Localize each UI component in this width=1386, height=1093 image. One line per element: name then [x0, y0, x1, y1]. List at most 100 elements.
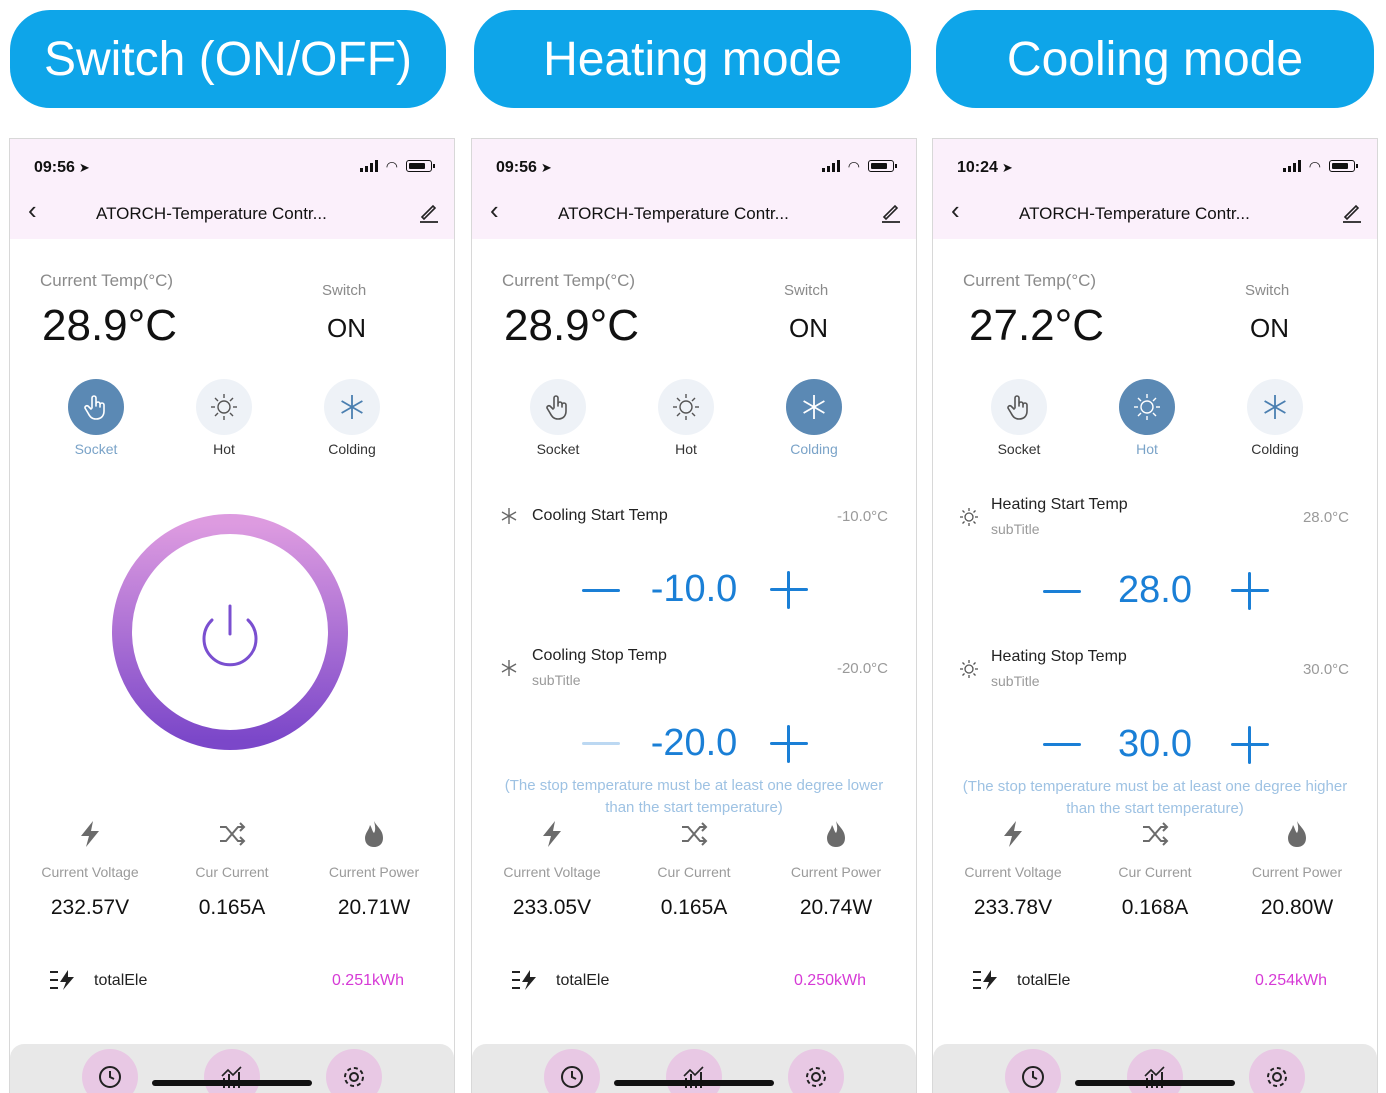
meter-label: Current Voltage	[503, 864, 601, 880]
power-button[interactable]	[110, 512, 350, 752]
current-temp-label: Current Temp(°C)	[502, 271, 636, 290]
signal-icon	[821, 160, 840, 172]
start-plus-button[interactable]	[1231, 572, 1269, 610]
status-time: 10:24 ➤	[957, 159, 1013, 176]
mode-label: Hot	[675, 441, 697, 457]
stop-temp-subtitle: subTitle	[991, 673, 1040, 689]
tab-chart[interactable]	[666, 1049, 722, 1093]
page-title: ATORCH-Temperature Contr...	[1019, 204, 1250, 223]
switch-value[interactable]: ON	[1250, 313, 1289, 344]
start-plus-button[interactable]	[770, 571, 808, 609]
stop-plus-button[interactable]	[770, 725, 808, 763]
stop-minus-button[interactable]	[582, 742, 620, 745]
meter-label: Cur Current	[657, 864, 731, 880]
edit-icon[interactable]	[1341, 201, 1363, 223]
tab-chart[interactable]	[204, 1049, 260, 1093]
meter-label: Current Power	[790, 864, 882, 880]
stop-minus-button[interactable]	[1043, 743, 1081, 746]
meter-value: 232.57V	[50, 896, 130, 919]
note-line: (The stop temperature must be at least o…	[504, 777, 884, 794]
total-energy-value: 0.251kWh	[331, 972, 404, 989]
sun-icon	[960, 660, 978, 678]
meter-power: Current Power 20.74W	[766, 819, 906, 920]
current-temp-label: Current Temp(°C)	[40, 271, 174, 290]
wifi-icon: ◠	[385, 158, 398, 174]
switch-value[interactable]: ON	[789, 313, 828, 344]
mode-socket[interactable]: Socket	[56, 379, 136, 457]
battery-icon	[868, 160, 897, 172]
signal-icon	[1282, 160, 1301, 172]
start-minus-button[interactable]	[582, 589, 620, 592]
battery-icon	[1329, 160, 1358, 172]
stop-temp-subtitle: subTitle	[532, 672, 581, 688]
home-indicator	[614, 1080, 774, 1086]
meter-label: Current Voltage	[964, 864, 1062, 880]
meter-power: Current Power 20.71W	[304, 819, 444, 920]
mode-hot[interactable]: Hot	[184, 379, 264, 457]
mode-colding[interactable]: Colding	[774, 379, 854, 457]
mode-colding[interactable]: Colding	[1235, 379, 1315, 457]
wifi-icon: ◠	[847, 158, 860, 174]
mode-hot[interactable]: Hot	[1107, 379, 1187, 457]
mode-colding[interactable]: Colding	[312, 379, 392, 457]
mode-socket[interactable]: Socket	[979, 379, 1059, 457]
mode-label: Socket	[997, 441, 1041, 457]
tab-settings[interactable]	[1249, 1049, 1305, 1093]
total-energy-value: 0.254kWh	[1254, 972, 1327, 989]
stop-stepper-value: 30.0	[1118, 723, 1192, 765]
tab-timer[interactable]	[544, 1049, 600, 1093]
current-temp-label: Current Temp(°C)	[963, 271, 1097, 290]
gear-icon	[806, 1067, 826, 1087]
meter-current: Cur Current 0.165A	[624, 819, 764, 920]
tab-timer[interactable]	[82, 1049, 138, 1093]
tab-settings[interactable]	[788, 1049, 844, 1093]
banner-label: Cooling mode	[1006, 32, 1304, 86]
stop-temp-title: Cooling Stop Temp	[532, 647, 667, 664]
note-line: (The stop temperature must be at least o…	[962, 778, 1348, 795]
edit-icon[interactable]	[880, 201, 902, 223]
back-button[interactable]: ‹	[951, 197, 960, 223]
phone-cooling-screen: 09:56 ➤ ◠ ‹ ATORCH-Temperature Contr... C…	[471, 138, 917, 1093]
sun-icon	[658, 379, 714, 435]
edit-icon[interactable]	[418, 201, 440, 223]
status-icons: ◠	[1282, 159, 1358, 173]
meter-voltage: Current Voltage 232.57V	[20, 819, 160, 920]
flame-icon	[365, 821, 383, 847]
snowflake-icon	[501, 508, 517, 524]
stop-temp-value: -20.0°C	[836, 660, 888, 677]
total-energy-label: totalEle	[1017, 972, 1071, 989]
stop-plus-button[interactable]	[1231, 726, 1269, 764]
meter-label: Cur Current	[195, 864, 269, 880]
status-time: 09:56 ➤	[496, 159, 552, 176]
mode-label: Socket	[536, 441, 580, 457]
stop-stepper-value: -20.0	[650, 722, 738, 764]
meter-label: Cur Current	[1118, 864, 1192, 880]
meter-value: 233.78V	[973, 896, 1053, 919]
page-title: ATORCH-Temperature Contr...	[96, 204, 327, 223]
back-button[interactable]: ‹	[490, 197, 499, 223]
tab-timer[interactable]	[1005, 1049, 1061, 1093]
shuffle-icon	[1143, 822, 1169, 846]
banner-heating: Heating mode	[474, 10, 911, 108]
mode-hot[interactable]: Hot	[646, 379, 726, 457]
constraint-note: (The stop temperature must be at least o…	[472, 775, 916, 819]
tab-chart[interactable]	[1127, 1049, 1183, 1093]
meter-value: 20.80W	[1260, 896, 1334, 919]
tab-settings[interactable]	[326, 1049, 382, 1093]
lightning-icon	[543, 821, 561, 847]
back-button[interactable]: ‹	[28, 197, 37, 223]
start-minus-button[interactable]	[1043, 590, 1081, 593]
flame-icon	[827, 821, 845, 847]
meter-value: 233.05V	[512, 896, 592, 919]
banner-cooling: Cooling mode	[936, 10, 1374, 108]
status-time: 09:56 ➤	[34, 159, 90, 176]
energy-icon	[512, 970, 536, 990]
clock-icon	[561, 1066, 583, 1088]
mode-socket[interactable]: Socket	[518, 379, 598, 457]
chart-icon	[221, 1066, 242, 1088]
meter-voltage: Current Voltage 233.78V	[943, 819, 1083, 920]
switch-value[interactable]: ON	[327, 313, 366, 344]
meter-value: 0.165A	[198, 896, 266, 919]
location-arrow-icon: ➤	[78, 160, 90, 175]
header-area	[10, 139, 454, 239]
